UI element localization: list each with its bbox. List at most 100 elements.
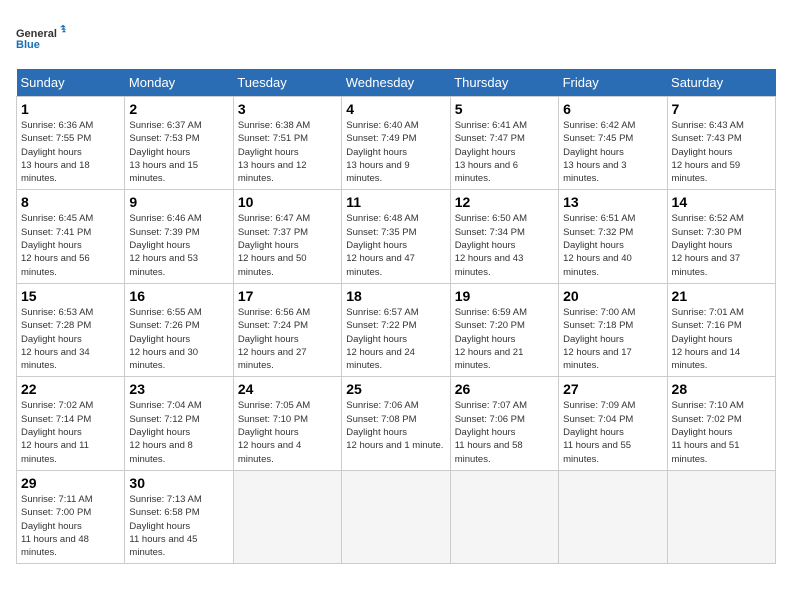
day-info: Sunrise: 6:41 AM Sunset: 7:47 PM Dayligh… <box>455 119 554 185</box>
day-info: Sunrise: 6:55 AM Sunset: 7:26 PM Dayligh… <box>129 306 228 372</box>
day-number: 19 <box>455 288 554 304</box>
calendar-cell: 15 Sunrise: 6:53 AM Sunset: 7:28 PM Dayl… <box>17 283 125 376</box>
calendar-cell: 12 Sunrise: 6:50 AM Sunset: 7:34 PM Dayl… <box>450 190 558 283</box>
weekday-header: Tuesday <box>233 69 341 97</box>
calendar-cell: 11 Sunrise: 6:48 AM Sunset: 7:35 PM Dayl… <box>342 190 450 283</box>
calendar-cell: 6 Sunrise: 6:42 AM Sunset: 7:45 PM Dayli… <box>559 97 667 190</box>
calendar-cell: 4 Sunrise: 6:40 AM Sunset: 7:49 PM Dayli… <box>342 97 450 190</box>
day-number: 22 <box>21 381 120 397</box>
day-info: Sunrise: 7:09 AM Sunset: 7:04 PM Dayligh… <box>563 399 662 465</box>
calendar-cell: 9 Sunrise: 6:46 AM Sunset: 7:39 PM Dayli… <box>125 190 233 283</box>
weekday-header: Thursday <box>450 69 558 97</box>
weekday-header: Monday <box>125 69 233 97</box>
day-info: Sunrise: 6:50 AM Sunset: 7:34 PM Dayligh… <box>455 212 554 278</box>
day-number: 17 <box>238 288 337 304</box>
day-info: Sunrise: 7:02 AM Sunset: 7:14 PM Dayligh… <box>21 399 120 465</box>
calendar-week-row: 1 Sunrise: 6:36 AM Sunset: 7:55 PM Dayli… <box>17 97 776 190</box>
calendar-cell: 19 Sunrise: 6:59 AM Sunset: 7:20 PM Dayl… <box>450 283 558 376</box>
day-info: Sunrise: 6:59 AM Sunset: 7:20 PM Dayligh… <box>455 306 554 372</box>
calendar-cell: 5 Sunrise: 6:41 AM Sunset: 7:47 PM Dayli… <box>450 97 558 190</box>
svg-text:General: General <box>16 28 57 40</box>
calendar-cell: 29 Sunrise: 7:11 AM Sunset: 7:00 PM Dayl… <box>17 470 125 563</box>
calendar-week-row: 8 Sunrise: 6:45 AM Sunset: 7:41 PM Dayli… <box>17 190 776 283</box>
day-number: 5 <box>455 101 554 117</box>
calendar-cell: 20 Sunrise: 7:00 AM Sunset: 7:18 PM Dayl… <box>559 283 667 376</box>
calendar-cell: 25 Sunrise: 7:06 AM Sunset: 7:08 PM Dayl… <box>342 377 450 470</box>
day-info: Sunrise: 6:40 AM Sunset: 7:49 PM Dayligh… <box>346 119 445 185</box>
day-number: 11 <box>346 194 445 210</box>
day-info: Sunrise: 6:57 AM Sunset: 7:22 PM Dayligh… <box>346 306 445 372</box>
day-info: Sunrise: 6:48 AM Sunset: 7:35 PM Dayligh… <box>346 212 445 278</box>
calendar-cell: 14 Sunrise: 6:52 AM Sunset: 7:30 PM Dayl… <box>667 190 775 283</box>
day-info: Sunrise: 7:01 AM Sunset: 7:16 PM Dayligh… <box>672 306 771 372</box>
weekday-header: Wednesday <box>342 69 450 97</box>
calendar-week-row: 29 Sunrise: 7:11 AM Sunset: 7:00 PM Dayl… <box>17 470 776 563</box>
day-number: 25 <box>346 381 445 397</box>
day-number: 8 <box>21 194 120 210</box>
day-number: 21 <box>672 288 771 304</box>
day-number: 9 <box>129 194 228 210</box>
logo-svg: General Blue <box>16 16 66 61</box>
day-number: 30 <box>129 475 228 491</box>
day-info: Sunrise: 6:36 AM Sunset: 7:55 PM Dayligh… <box>21 119 120 185</box>
day-number: 20 <box>563 288 662 304</box>
day-info: Sunrise: 7:07 AM Sunset: 7:06 PM Dayligh… <box>455 399 554 465</box>
calendar-cell: 13 Sunrise: 6:51 AM Sunset: 7:32 PM Dayl… <box>559 190 667 283</box>
day-number: 18 <box>346 288 445 304</box>
day-info: Sunrise: 6:47 AM Sunset: 7:37 PM Dayligh… <box>238 212 337 278</box>
day-info: Sunrise: 6:51 AM Sunset: 7:32 PM Dayligh… <box>563 212 662 278</box>
day-number: 29 <box>21 475 120 491</box>
calendar-cell <box>667 470 775 563</box>
day-number: 26 <box>455 381 554 397</box>
svg-text:Blue: Blue <box>16 39 40 51</box>
calendar-cell <box>450 470 558 563</box>
calendar-cell: 28 Sunrise: 7:10 AM Sunset: 7:02 PM Dayl… <box>667 377 775 470</box>
calendar-cell: 18 Sunrise: 6:57 AM Sunset: 7:22 PM Dayl… <box>342 283 450 376</box>
day-number: 1 <box>21 101 120 117</box>
day-info: Sunrise: 7:00 AM Sunset: 7:18 PM Dayligh… <box>563 306 662 372</box>
calendar-week-row: 22 Sunrise: 7:02 AM Sunset: 7:14 PM Dayl… <box>17 377 776 470</box>
calendar-cell <box>559 470 667 563</box>
calendar-cell: 27 Sunrise: 7:09 AM Sunset: 7:04 PM Dayl… <box>559 377 667 470</box>
day-number: 10 <box>238 194 337 210</box>
page-header: General Blue <box>16 16 776 61</box>
calendar-cell: 17 Sunrise: 6:56 AM Sunset: 7:24 PM Dayl… <box>233 283 341 376</box>
day-info: Sunrise: 6:45 AM Sunset: 7:41 PM Dayligh… <box>21 212 120 278</box>
day-info: Sunrise: 7:06 AM Sunset: 7:08 PM Dayligh… <box>346 399 445 452</box>
calendar-cell: 21 Sunrise: 7:01 AM Sunset: 7:16 PM Dayl… <box>667 283 775 376</box>
day-info: Sunrise: 7:04 AM Sunset: 7:12 PM Dayligh… <box>129 399 228 465</box>
day-info: Sunrise: 6:37 AM Sunset: 7:53 PM Dayligh… <box>129 119 228 185</box>
weekday-header: Friday <box>559 69 667 97</box>
calendar-cell: 26 Sunrise: 7:07 AM Sunset: 7:06 PM Dayl… <box>450 377 558 470</box>
calendar-cell: 3 Sunrise: 6:38 AM Sunset: 7:51 PM Dayli… <box>233 97 341 190</box>
day-number: 15 <box>21 288 120 304</box>
day-number: 14 <box>672 194 771 210</box>
calendar-week-row: 15 Sunrise: 6:53 AM Sunset: 7:28 PM Dayl… <box>17 283 776 376</box>
day-number: 13 <box>563 194 662 210</box>
day-number: 12 <box>455 194 554 210</box>
day-number: 28 <box>672 381 771 397</box>
weekday-header: Saturday <box>667 69 775 97</box>
calendar-cell: 1 Sunrise: 6:36 AM Sunset: 7:55 PM Dayli… <box>17 97 125 190</box>
day-number: 3 <box>238 101 337 117</box>
day-number: 4 <box>346 101 445 117</box>
calendar-cell: 30 Sunrise: 7:13 AM Sunset: 6:58 PM Dayl… <box>125 470 233 563</box>
day-number: 24 <box>238 381 337 397</box>
calendar-cell: 8 Sunrise: 6:45 AM Sunset: 7:41 PM Dayli… <box>17 190 125 283</box>
day-info: Sunrise: 7:05 AM Sunset: 7:10 PM Dayligh… <box>238 399 337 465</box>
weekday-header: Sunday <box>17 69 125 97</box>
day-number: 6 <box>563 101 662 117</box>
day-info: Sunrise: 6:53 AM Sunset: 7:28 PM Dayligh… <box>21 306 120 372</box>
day-number: 7 <box>672 101 771 117</box>
calendar-cell: 2 Sunrise: 6:37 AM Sunset: 7:53 PM Dayli… <box>125 97 233 190</box>
day-info: Sunrise: 6:38 AM Sunset: 7:51 PM Dayligh… <box>238 119 337 185</box>
calendar-cell: 16 Sunrise: 6:55 AM Sunset: 7:26 PM Dayl… <box>125 283 233 376</box>
weekday-header-row: SundayMondayTuesdayWednesdayThursdayFrid… <box>17 69 776 97</box>
day-info: Sunrise: 6:46 AM Sunset: 7:39 PM Dayligh… <box>129 212 228 278</box>
day-number: 2 <box>129 101 228 117</box>
day-info: Sunrise: 7:13 AM Sunset: 6:58 PM Dayligh… <box>129 493 228 559</box>
logo: General Blue <box>16 16 66 61</box>
day-info: Sunrise: 6:42 AM Sunset: 7:45 PM Dayligh… <box>563 119 662 185</box>
calendar-cell <box>342 470 450 563</box>
day-info: Sunrise: 6:43 AM Sunset: 7:43 PM Dayligh… <box>672 119 771 185</box>
